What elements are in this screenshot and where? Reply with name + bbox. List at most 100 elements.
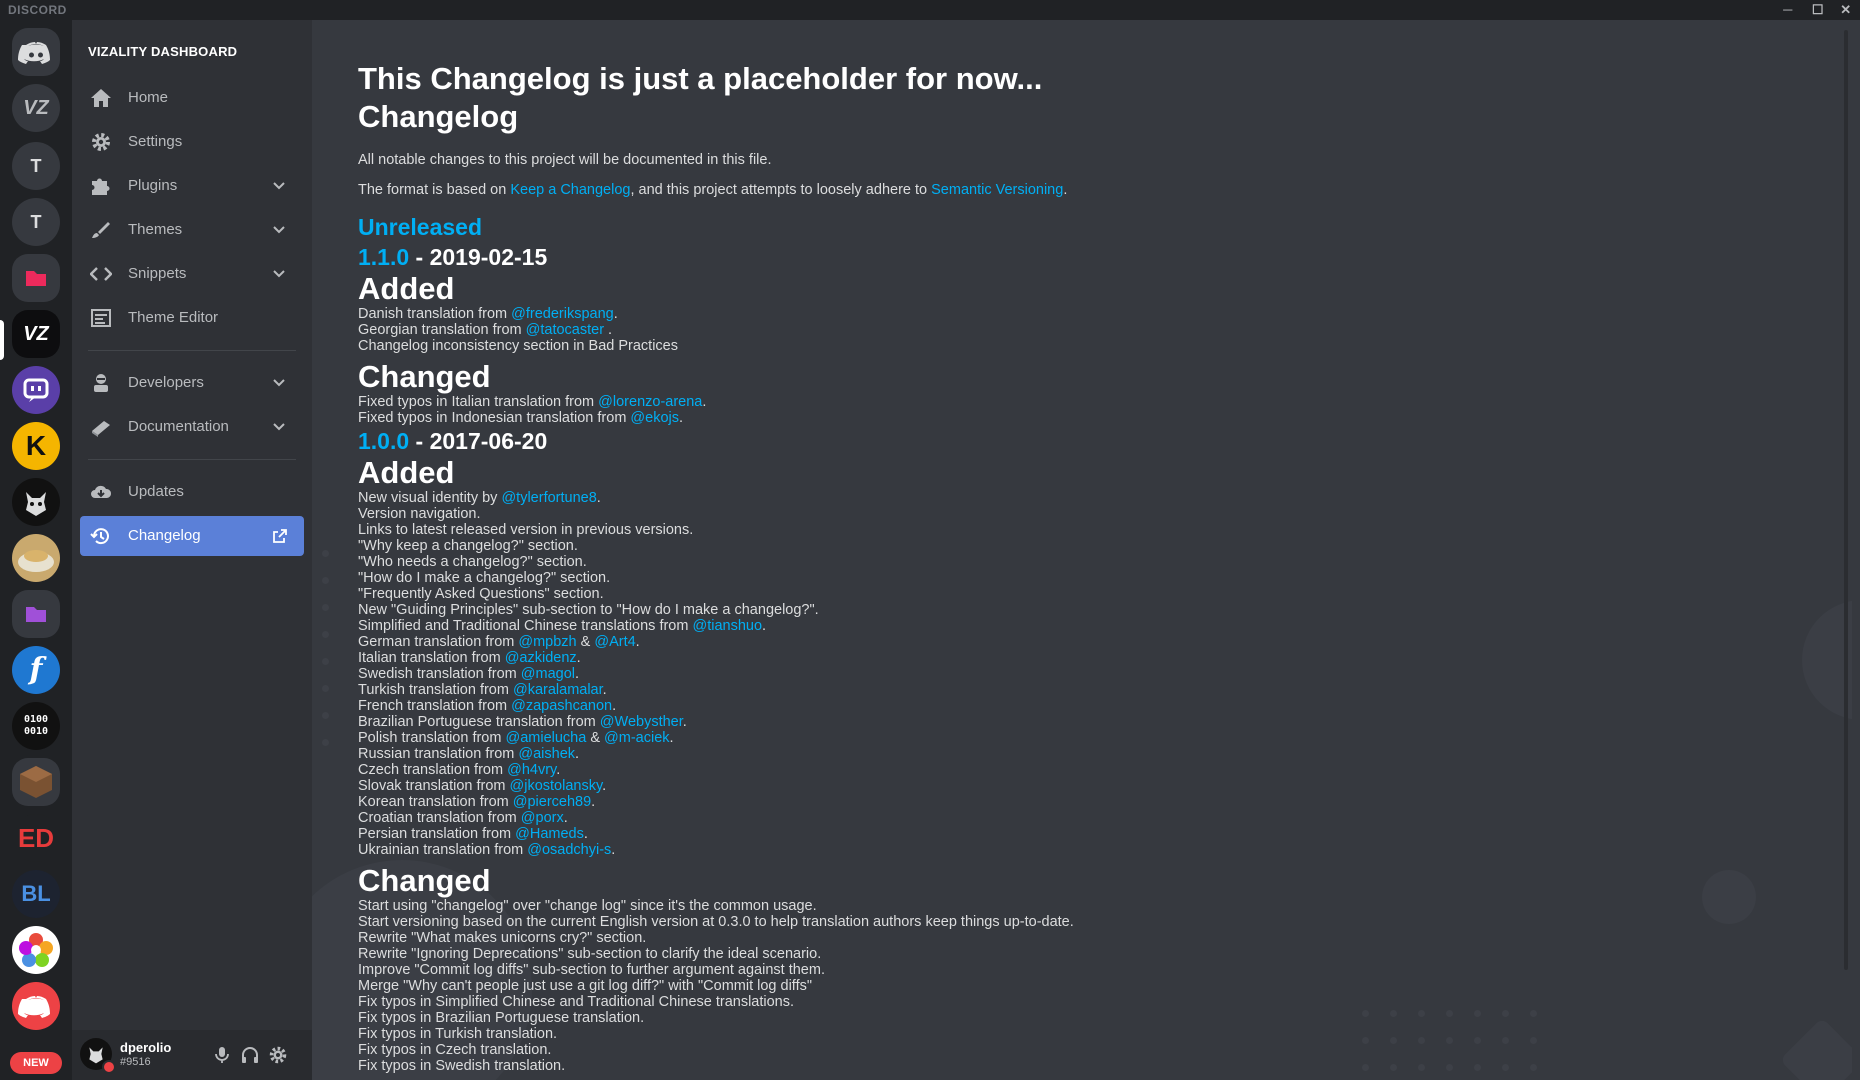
- chevron-down-icon[interactable]: [272, 420, 286, 434]
- contributor-link[interactable]: @Hameds: [515, 826, 584, 842]
- list-item-text: Rewrite "What makes unicorns cry?" secti…: [358, 930, 647, 946]
- dashboard-sidebar: VIZALITY DASHBOARD Home Settings Plugins…: [72, 20, 312, 1080]
- contributor-link[interactable]: @karalamalar: [513, 682, 603, 698]
- unreleased-link[interactable]: Unreleased: [358, 212, 1558, 242]
- nav-snippets[interactable]: Snippets: [80, 254, 304, 294]
- contributor-link[interactable]: @porx: [521, 810, 564, 826]
- close-button[interactable]: ✕: [1832, 0, 1860, 20]
- list-item: Version navigation.: [358, 506, 1558, 522]
- chevron-down-icon[interactable]: [272, 179, 286, 193]
- nav-theme-editor[interactable]: Theme Editor: [80, 298, 304, 338]
- background-shape: [1779, 1017, 1852, 1080]
- minimize-button[interactable]: ─: [1774, 0, 1802, 20]
- gear-icon: [92, 133, 110, 151]
- food-icon: [18, 550, 54, 572]
- version-link[interactable]: 1.0.0: [358, 428, 409, 454]
- list-item: Polish translation from @amielucha & @m-…: [358, 730, 1558, 746]
- contributor-link[interactable]: @lorenzo-arena: [598, 394, 702, 410]
- nav-documentation[interactable]: Documentation: [80, 407, 304, 447]
- list-item: Rewrite "What makes unicorns cry?" secti…: [358, 930, 1558, 946]
- maximize-button[interactable]: ☐: [1804, 0, 1832, 20]
- contributor-link[interactable]: @ekojs: [630, 410, 679, 426]
- server-food[interactable]: [12, 534, 60, 582]
- title-bar: DISCORD ─ ☐ ✕: [0, 0, 1860, 20]
- list-item-text: Version navigation.: [358, 506, 481, 522]
- nav-plugins[interactable]: Plugins: [80, 166, 304, 206]
- list-item-text: Croatian translation from: [358, 810, 521, 826]
- contributor-link[interactable]: @Webysther: [600, 714, 683, 730]
- chat-bubble-icon: [23, 378, 49, 402]
- nav-themes[interactable]: Themes: [80, 210, 304, 250]
- contributor-link[interactable]: @m-aciek: [604, 730, 669, 746]
- contributor-link[interactable]: @amielucha: [505, 730, 586, 746]
- server-flower[interactable]: [12, 926, 60, 974]
- discord-home-button[interactable]: [12, 28, 60, 76]
- headphones-icon[interactable]: [240, 1045, 260, 1065]
- nav-updates[interactable]: Updates: [80, 472, 304, 512]
- list-item: Simplified and Traditional Chinese trans…: [358, 618, 1558, 634]
- server-t1[interactable]: T: [12, 142, 60, 190]
- chevron-down-icon[interactable]: [272, 223, 286, 237]
- server-discord-red[interactable]: [12, 982, 60, 1030]
- nav-changelog[interactable]: Changelog: [80, 516, 304, 556]
- format-text-part: The format is based on: [358, 182, 511, 198]
- server-minecraft[interactable]: [12, 758, 60, 806]
- gear-icon[interactable]: [268, 1045, 288, 1065]
- server-f[interactable]: f: [12, 646, 60, 694]
- list-item-text: .: [669, 730, 674, 746]
- server-t2[interactable]: T: [12, 198, 60, 246]
- contributor-link[interactable]: @tianshuo: [692, 618, 762, 634]
- server-ed[interactable]: ED: [12, 814, 60, 862]
- server-vizality-active[interactable]: VZ: [12, 310, 60, 358]
- contributor-link[interactable]: @tatocaster: [526, 322, 604, 338]
- server-k[interactable]: K: [12, 422, 60, 470]
- folder-red[interactable]: [12, 254, 60, 302]
- contributor-link[interactable]: @jkostolansky: [510, 778, 603, 794]
- microphone-icon[interactable]: [212, 1045, 232, 1065]
- contributor-link[interactable]: @Art4: [594, 634, 635, 650]
- contributor-link[interactable]: @magol: [521, 666, 575, 682]
- folder-purple[interactable]: [12, 590, 60, 638]
- contributor-link[interactable]: @azkidenz: [505, 650, 577, 666]
- nav-settings[interactable]: Settings: [80, 122, 304, 162]
- keep-a-changelog-link[interactable]: Keep a Changelog: [510, 182, 630, 198]
- list-item-text: &: [586, 730, 605, 746]
- contributor-link[interactable]: @pierceh89: [513, 794, 591, 810]
- contributor-link[interactable]: @tylerfortune8: [501, 490, 596, 506]
- new-badge[interactable]: NEW: [10, 1052, 62, 1074]
- external-link-icon[interactable]: [272, 528, 288, 544]
- list-item: Georgian translation from @tatocaster .: [358, 322, 1558, 338]
- version-link[interactable]: 1.1.0: [358, 244, 409, 270]
- server-binary[interactable]: 0100 0010: [12, 702, 60, 750]
- contributor-link[interactable]: @zapashcanon: [511, 698, 612, 714]
- contributor-link[interactable]: @aishek: [518, 746, 575, 762]
- scrollbar-track[interactable]: [1844, 30, 1848, 970]
- server-demon[interactable]: [12, 478, 60, 526]
- changelog-content: This Changelog is just a placeholder for…: [358, 60, 1558, 1074]
- nav-developers[interactable]: Developers: [80, 363, 304, 403]
- chevron-down-icon[interactable]: [272, 376, 286, 390]
- list-item: Danish translation from @frederikspang.: [358, 306, 1558, 322]
- list-item: "Why keep a changelog?" section.: [358, 538, 1558, 554]
- server-twitch[interactable]: [12, 366, 60, 414]
- list-item-text: .: [575, 746, 580, 762]
- contributor-link[interactable]: @frederikspang: [511, 306, 614, 322]
- server-bl[interactable]: BL: [12, 870, 60, 918]
- list-item-text: "How do I make a changelog?" section.: [358, 570, 611, 586]
- semantic-versioning-link[interactable]: Semantic Versioning: [931, 182, 1063, 198]
- nav-label: Settings: [128, 133, 183, 150]
- chevron-down-icon[interactable]: [272, 267, 286, 281]
- contributor-link[interactable]: @mpbzh: [518, 634, 576, 650]
- main-content: This Changelog is just a placeholder for…: [312, 20, 1852, 1080]
- contributor-link[interactable]: @osadchyi-s: [527, 842, 611, 858]
- background-dot: [322, 658, 329, 665]
- editor-icon: [91, 309, 111, 327]
- list-item-text: Brazilian Portuguese translation from: [358, 714, 600, 730]
- status-indicator: [102, 1060, 116, 1074]
- nav-home[interactable]: Home: [80, 78, 304, 118]
- flower-icon: [19, 933, 53, 967]
- contributor-link[interactable]: @h4vry: [507, 762, 556, 778]
- server-vizality[interactable]: VZ: [12, 84, 60, 132]
- list-item: Merge "Why can't people just use a git l…: [358, 978, 1558, 994]
- change-list: Start using "changelog" over "change log…: [358, 898, 1558, 1074]
